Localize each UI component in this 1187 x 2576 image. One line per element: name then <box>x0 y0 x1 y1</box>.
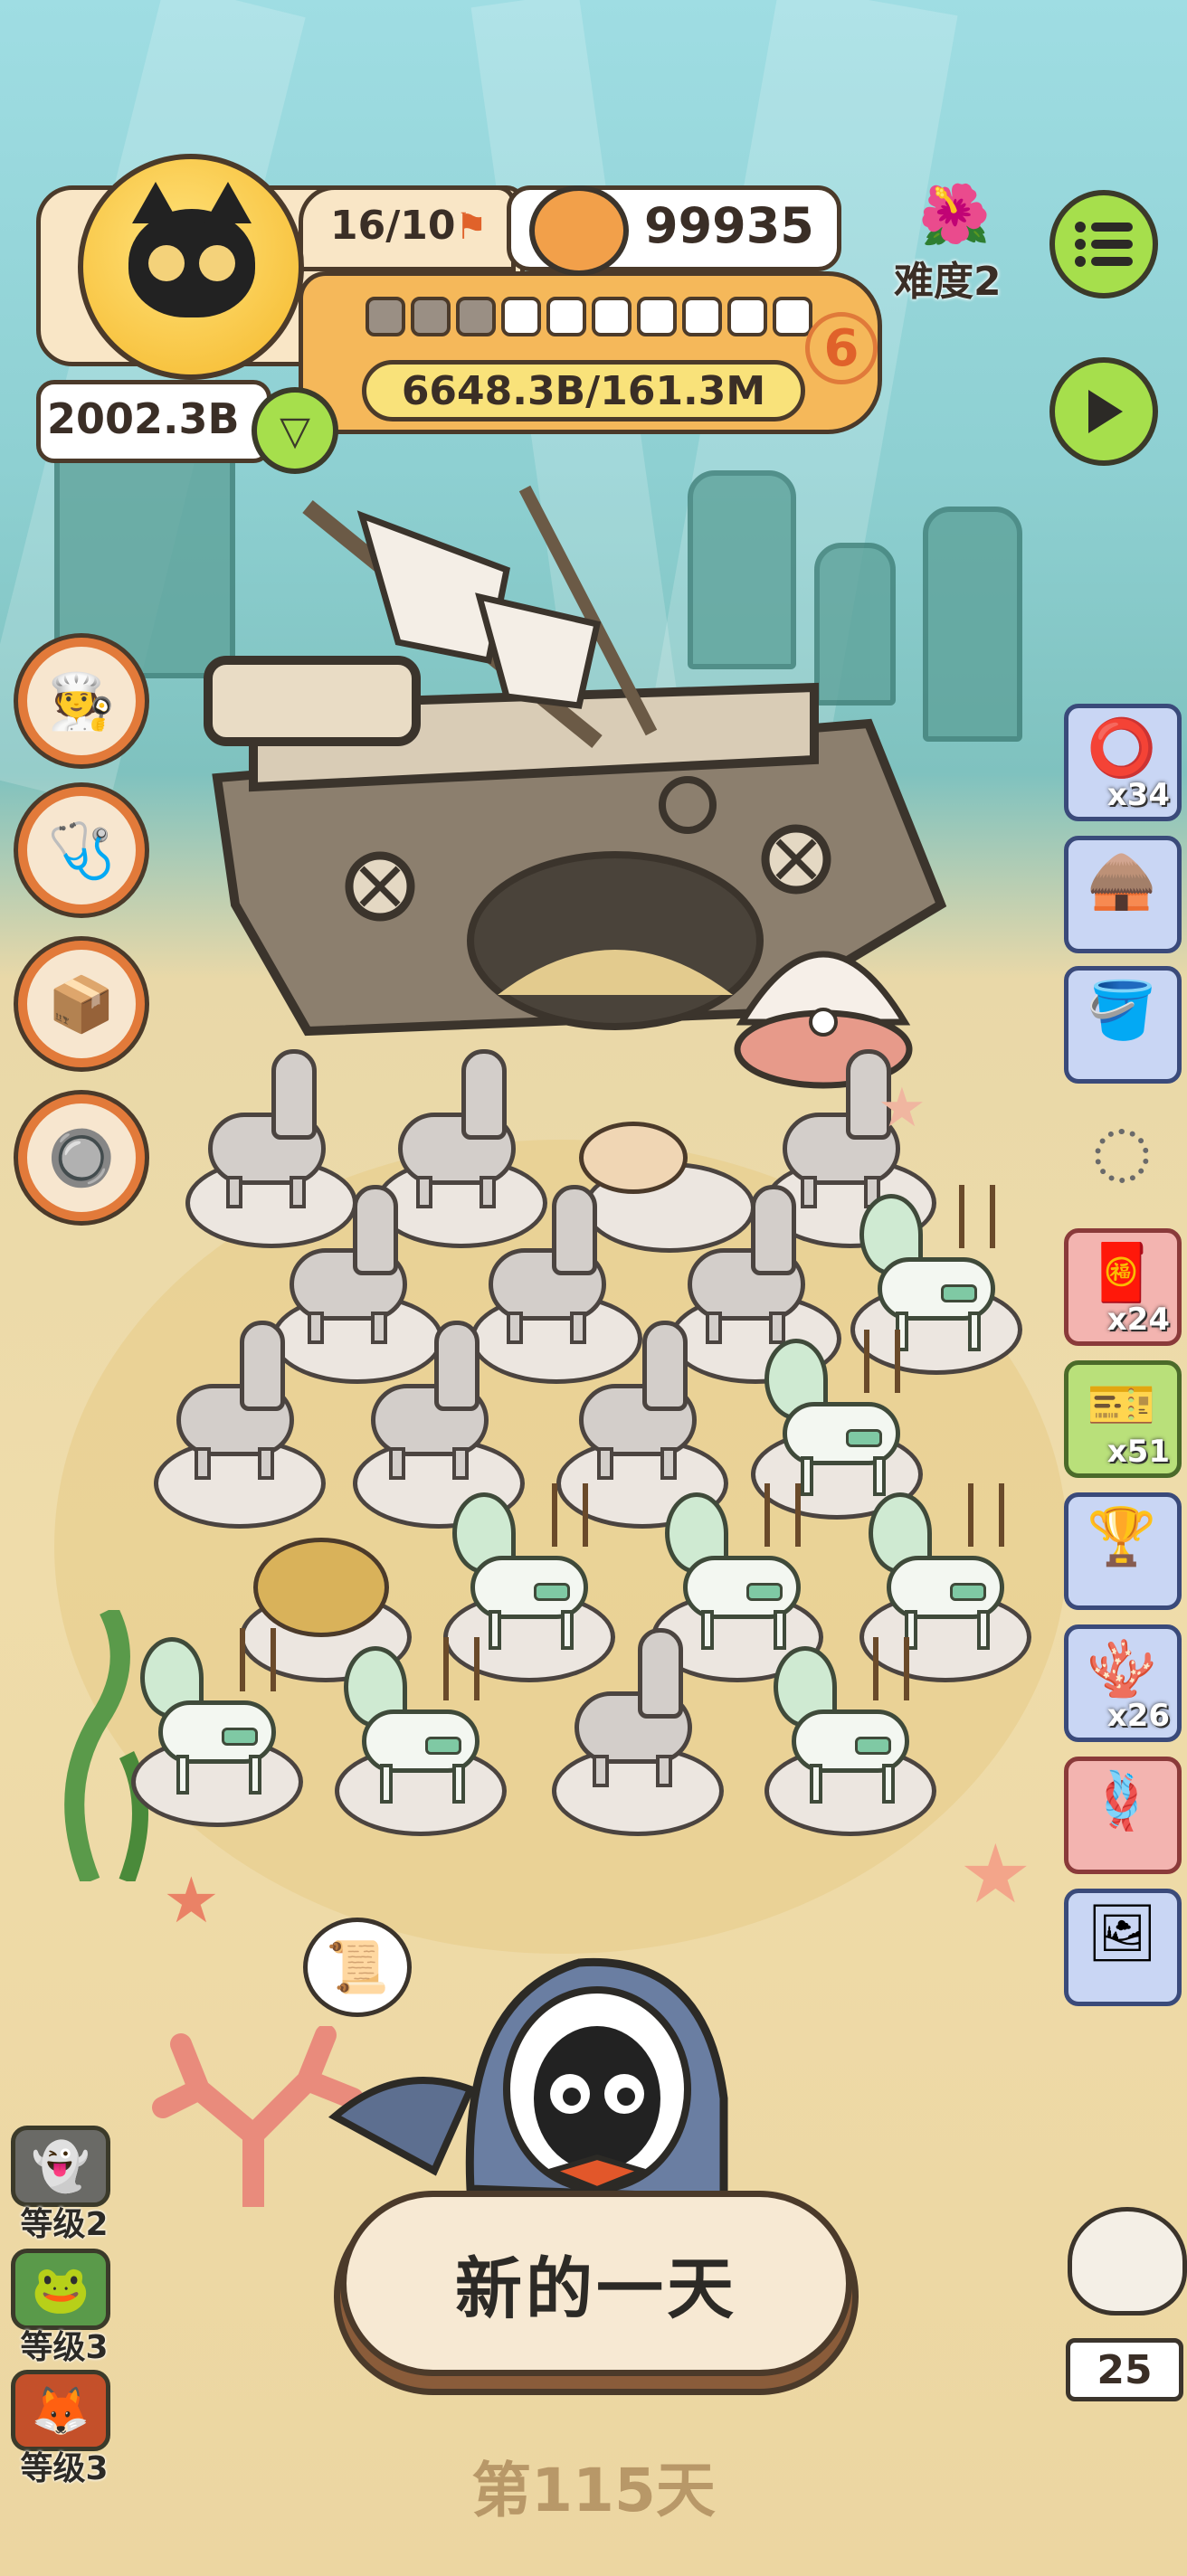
frame-icon: 🖼 <box>1087 1902 1158 1965</box>
progress-segment <box>501 297 541 336</box>
staff-icon: 🧑‍🍳 <box>47 670 116 732</box>
item-ticket-card[interactable]: 🎫 x51 <box>1064 1360 1182 1478</box>
item-rope-card[interactable]: 🪢 <box>1064 1757 1182 1874</box>
buzzer-button[interactable]: 🔘 <box>18 1094 145 1221</box>
fox-icon: 🦊 <box>11 2370 110 2451</box>
level-label: 等级2 <box>20 2206 109 2243</box>
visitor-count-box: 25 <box>1066 2338 1183 2401</box>
flag-icon: ⚑ <box>455 207 488 247</box>
progress-segment <box>456 297 496 336</box>
scroll-icon: 🧧 <box>1087 1242 1157 1304</box>
medkit-button[interactable]: 🩺 <box>18 787 145 914</box>
difficulty-icon[interactable]: 🌺 <box>914 181 995 253</box>
ticket-icon: 🎫 <box>1087 1374 1157 1436</box>
player-avatar[interactable] <box>78 154 304 380</box>
shark-cat-mascot[interactable] <box>326 1899 760 2216</box>
starfish-decoration: ★ <box>959 1830 1032 1920</box>
reef-icon: 🪸 <box>1087 1638 1157 1700</box>
visitor-count: 25 <box>1097 2346 1153 2393</box>
progress-segment <box>592 297 631 336</box>
box-button[interactable]: 📦 <box>18 941 145 1067</box>
difficulty-label[interactable]: 难度2 <box>894 249 1002 307</box>
item-count: x51 <box>1106 1434 1170 1470</box>
deer-animal[interactable] <box>774 1637 927 1809</box>
deer-animal[interactable] <box>764 1330 918 1501</box>
frog-icon: 🐸 <box>11 2249 110 2330</box>
level-number: 6 <box>823 318 859 378</box>
item-trophy-card[interactable]: 🏆 <box>1064 1492 1182 1610</box>
item-count: x34 <box>1106 777 1170 813</box>
starfish-decoration: ★ <box>163 1865 220 1936</box>
shipwreck <box>204 485 947 1037</box>
level-badge-2[interactable]: 🐸 等级3 <box>11 2249 118 2368</box>
ghost-icon: 👻 <box>11 2126 110 2207</box>
menu-list-icon <box>1075 222 1133 267</box>
item-scroll-card[interactable]: 🧧 x24 <box>1064 1228 1182 1346</box>
box-icon: 📦 <box>47 973 116 1035</box>
hermit-crab-animal[interactable] <box>253 1538 389 1637</box>
progress-segment <box>682 297 722 336</box>
level-label: 等级3 <box>20 2329 109 2366</box>
game-scene: ★ ★ ★ 📜 16/10 ⚑ 99935 2002.3B ▽ 6648.3B/… <box>0 0 1187 2576</box>
tire-icon: ⭕ <box>1087 717 1157 780</box>
menu-button[interactable] <box>1049 190 1158 298</box>
deer-animal[interactable] <box>869 1483 1022 1655</box>
item-hut-card[interactable]: 🛖 <box>1064 836 1182 953</box>
alpaca-animal[interactable] <box>565 1610 701 1791</box>
alpaca-animal[interactable] <box>362 1302 498 1483</box>
item-bucket-card[interactable]: 🪣 <box>1064 966 1182 1084</box>
deer-animal[interactable] <box>344 1637 498 1809</box>
level-badge-1[interactable]: 👻 等级2 <box>11 2126 118 2245</box>
hut-icon: 🛖 <box>1087 849 1157 912</box>
progress-segment <box>411 297 451 336</box>
staff-button[interactable]: 🧑‍🍳 <box>18 638 145 764</box>
loading-spinner-icon <box>1095 1129 1149 1183</box>
owl-visitor-icon[interactable] <box>1068 2207 1187 2316</box>
rope-icon: 🪢 <box>1087 1770 1157 1833</box>
progress-segment <box>727 297 767 336</box>
black-cat-icon <box>128 182 255 317</box>
progress-segment <box>637 297 677 336</box>
new-day-button[interactable]: 新的一天 <box>340 2191 852 2376</box>
progress-text: 6648.3B/161.3M <box>401 367 766 414</box>
progress-bar: 6648.3B/161.3M <box>362 360 805 421</box>
coins-count: 99935 <box>644 197 814 254</box>
day-counter: 第115天 <box>471 2456 716 2525</box>
buzzer-icon: 🔘 <box>47 1127 116 1189</box>
play-icon <box>1088 390 1123 433</box>
bucket-icon: 🪣 <box>1087 980 1157 1042</box>
item-count: x24 <box>1106 1302 1170 1338</box>
population-count: 16/10 <box>330 203 456 249</box>
item-frame-card[interactable]: 🖼 <box>1064 1889 1182 2006</box>
item-reef-card[interactable]: 🪸 x26 <box>1064 1624 1182 1742</box>
trophy-icon: 🏆 <box>1087 1506 1157 1568</box>
play-button[interactable] <box>1049 357 1158 466</box>
new-day-label: 新的一天 <box>455 2250 737 2328</box>
chevron-down-icon: ▽ <box>280 408 310 453</box>
starfish-decoration: ★ <box>878 1077 926 1138</box>
wealth-value: 2002.3B <box>47 394 240 443</box>
level-badge: 6 <box>805 312 878 384</box>
item-count: x26 <box>1106 1698 1170 1734</box>
progress-segment <box>546 297 586 336</box>
alpaca-animal[interactable] <box>167 1302 303 1483</box>
progress-segment <box>773 297 812 336</box>
bowl-icon <box>529 185 629 276</box>
deer-animal[interactable] <box>140 1628 294 1800</box>
progress-segments <box>366 297 812 336</box>
alpaca-animal[interactable] <box>570 1302 706 1483</box>
medkit-icon: 🩺 <box>47 819 116 881</box>
progress-segment <box>366 297 405 336</box>
item-tire-card[interactable]: ⭕ x34 <box>1064 704 1182 821</box>
expand-stats-button[interactable]: ▽ <box>252 387 338 474</box>
